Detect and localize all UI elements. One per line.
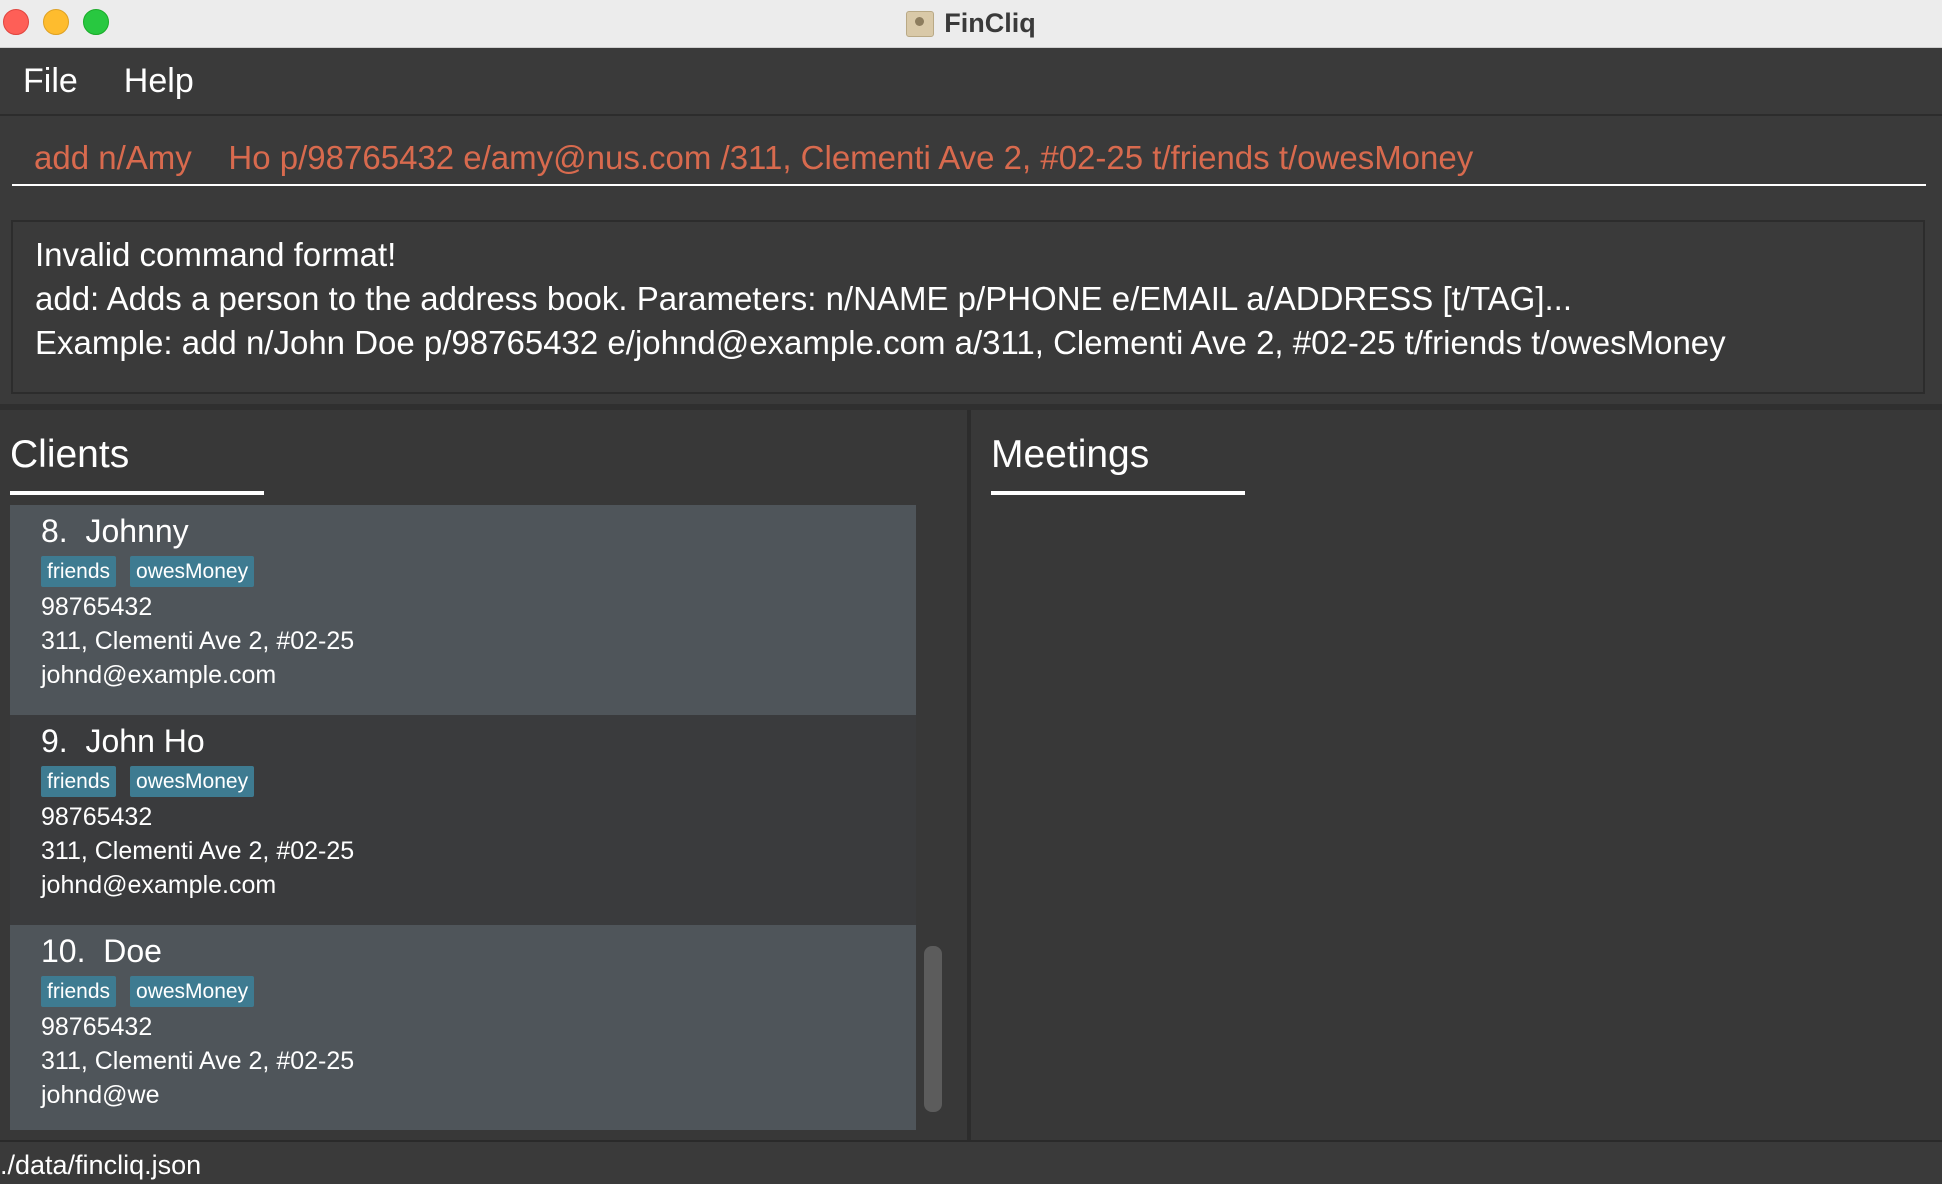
- client-tags: friends owesMoney: [41, 766, 916, 797]
- client-tags: friends owesMoney: [41, 556, 916, 587]
- client-card[interactable]: 8. Johnny friends owesMoney 98765432 311…: [10, 505, 916, 715]
- meeting-list[interactable]: [991, 505, 1921, 1130]
- client-name-line: 10. Doe: [41, 925, 916, 967]
- result-display: Invalid command format! add: Adds a pers…: [11, 220, 1925, 394]
- menu-file[interactable]: File: [0, 62, 101, 101]
- window-title-area: FinCliq: [0, 0, 1942, 47]
- meetings-panel: Meetings: [971, 410, 1942, 1140]
- result-line-error: Invalid command format!: [35, 236, 397, 273]
- client-email: johnd@example.com: [41, 871, 277, 899]
- result-line-example: Example: add n/John Doe p/98765432 e/joh…: [35, 324, 1726, 361]
- client-list[interactable]: 8. Johnny friends owesMoney 98765432 311…: [10, 505, 916, 1130]
- command-box: add n/Amy Ho p/98765432 e/amy@nus.com /3…: [0, 114, 1942, 212]
- app-icon: [906, 10, 935, 37]
- client-name: Doe: [103, 933, 162, 969]
- client-card[interactable]: 9. John Ho friends owesMoney 98765432 31…: [10, 715, 916, 925]
- client-email: johnd@we: [41, 1081, 160, 1109]
- client-name: John Ho: [85, 723, 205, 759]
- menu-help[interactable]: Help: [101, 62, 217, 101]
- client-name-line: 9. John Ho: [41, 715, 916, 757]
- client-phone: 98765432: [41, 1013, 153, 1041]
- clients-title: Clients: [10, 433, 130, 476]
- client-index: 8.: [41, 513, 68, 549]
- client-address: 311, Clementi Ave 2, #02-25: [41, 627, 355, 655]
- window-title: FinCliq: [944, 8, 1036, 38]
- status-bar: ./data/fincliq.json: [0, 1140, 1942, 1184]
- client-tags: friends owesMoney: [41, 976, 916, 1007]
- command-input[interactable]: add n/Amy Ho p/98765432 e/amy@nus.com /3…: [12, 130, 1926, 186]
- clients-title-underline: [10, 491, 264, 495]
- menu-bar: File Help: [0, 48, 1942, 114]
- client-name: Johnny: [85, 513, 189, 549]
- tag-label: owesMoney: [130, 766, 255, 797]
- tag-label: owesMoney: [130, 556, 255, 587]
- result-line-usage: add: Adds a person to the address book. …: [35, 280, 1573, 317]
- client-phone: 98765432: [41, 803, 153, 831]
- tag-label: owesMoney: [130, 976, 255, 1007]
- client-index: 10.: [41, 933, 86, 969]
- tag-label: friends: [41, 976, 117, 1007]
- meetings-title-underline: [991, 491, 1245, 495]
- client-email: johnd@example.com: [41, 661, 277, 689]
- clients-panel: Clients 8. Johnny friends owesMoney 9876…: [0, 410, 967, 1140]
- client-address: 311, Clementi Ave 2, #02-25: [41, 837, 355, 865]
- client-address: 311, Clementi Ave 2, #02-25: [41, 1047, 355, 1075]
- meetings-title: Meetings: [991, 433, 1150, 476]
- client-phone: 98765432: [41, 593, 153, 621]
- title-bar: FinCliq: [0, 0, 1942, 48]
- client-name-line: 8. Johnny: [41, 505, 916, 547]
- tag-label: friends: [41, 556, 117, 587]
- client-index: 9.: [41, 723, 68, 759]
- client-card[interactable]: 10. Doe friends owesMoney 98765432 311, …: [10, 925, 916, 1130]
- save-file-path: ./data/fincliq.json: [0, 1150, 202, 1180]
- tag-label: friends: [41, 766, 117, 797]
- client-list-scrollbar[interactable]: [924, 946, 942, 1112]
